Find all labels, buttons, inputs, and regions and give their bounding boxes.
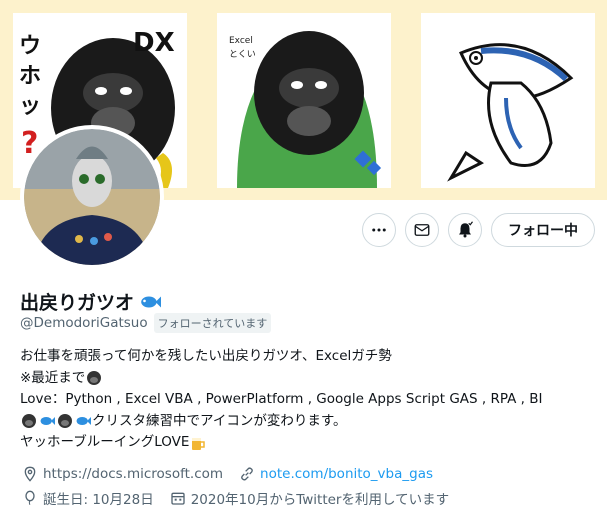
joined-text: 2020年10月からTwitterを利用しています (190, 492, 450, 508)
svg-text:?: ? (21, 126, 38, 161)
following-button[interactable]: フォロー中 (491, 213, 595, 247)
location-pin-icon (24, 466, 36, 482)
svg-text:ホ: ホ (19, 64, 41, 89)
fish-emoji-icon (40, 417, 55, 426)
bio-line: ヤッホーブルーイングLOVE (20, 432, 542, 454)
balloon-icon (25, 490, 35, 505)
beer-emoji-icon (192, 437, 206, 450)
birthday-item: 誕生日: 10月28日 (22, 488, 154, 508)
user-handle: @DemodoriGatsuo (20, 315, 148, 331)
website-link[interactable]: note.com/bonito_vba_gas (260, 466, 433, 482)
handle-row: @DemodoriGatsuo フォローされています (20, 313, 272, 333)
profile-bio: お仕事を頑張って何かを残したい出戻りガツオ、Excelガチ勢 ※最近まで Lov… (20, 346, 542, 454)
calendar-icon (171, 492, 185, 505)
location-text: https://docs.microsoft.com (43, 466, 224, 482)
bio-line: クリスタ練習中でアイコンが変わります。 (20, 411, 542, 433)
bio-line: ※最近まで (20, 368, 542, 390)
profile-actions: フォロー中 (362, 213, 595, 247)
link-icon (241, 467, 253, 481)
message-button[interactable] (405, 213, 439, 247)
gorilla-emoji-icon (22, 414, 36, 429)
name-row: 出戻りガツオ (20, 288, 162, 315)
bio-text: クリスタ練習中でアイコンが変わります。 (92, 412, 347, 429)
bio-line: Love：Python , Excel VBA , PowerPlatform … (20, 391, 543, 407)
bio-text: ※最近まで (20, 369, 86, 386)
gorilla-emoji-icon (58, 414, 72, 429)
more-options-button[interactable] (362, 213, 396, 247)
profile-avatar[interactable] (24, 129, 160, 265)
profile-meta: https://docs.microsoft.com note.com/boni… (22, 462, 459, 510)
display-name: 出戻りガツオ (20, 292, 135, 314)
banner-illustration-bonito (421, 13, 595, 188)
notifications-button[interactable] (448, 213, 482, 247)
svg-text:DX: DX (133, 28, 175, 58)
svg-text:Excel: Excel (229, 36, 253, 46)
svg-text:とくい: とくい (229, 49, 256, 60)
gorilla-emoji-icon (87, 371, 102, 386)
fish-emoji-icon (141, 296, 162, 307)
meta-row: 誕生日: 10月28日 2020年10月からTwitterを利用しています (22, 486, 459, 510)
meta-row: https://docs.microsoft.com note.com/boni… (22, 462, 459, 486)
more-icon (372, 228, 386, 232)
envelope-icon (414, 224, 430, 236)
svg-text:ッ: ッ (19, 94, 41, 119)
fish-emoji-icon (76, 417, 91, 426)
birthday-text: 誕生日: 10月28日 (43, 492, 154, 508)
website-item: note.com/bonito_vba_gas (239, 466, 433, 482)
bio-text: ヤッホーブルーイングLOVE (20, 434, 190, 450)
banner-illustration-gorilla-excel: Excel とくい (217, 13, 391, 188)
joined-item: 2020年10月からTwitterを利用しています (170, 488, 449, 508)
svg-text:ウ: ウ (19, 34, 41, 59)
follows-you-badge: フォローされています (153, 313, 272, 333)
bell-check-icon (459, 221, 473, 238)
location-item: https://docs.microsoft.com (22, 466, 223, 482)
bio-line: お仕事を頑張って何かを残したい出戻りガツオ、Excelガチ勢 (20, 348, 392, 364)
